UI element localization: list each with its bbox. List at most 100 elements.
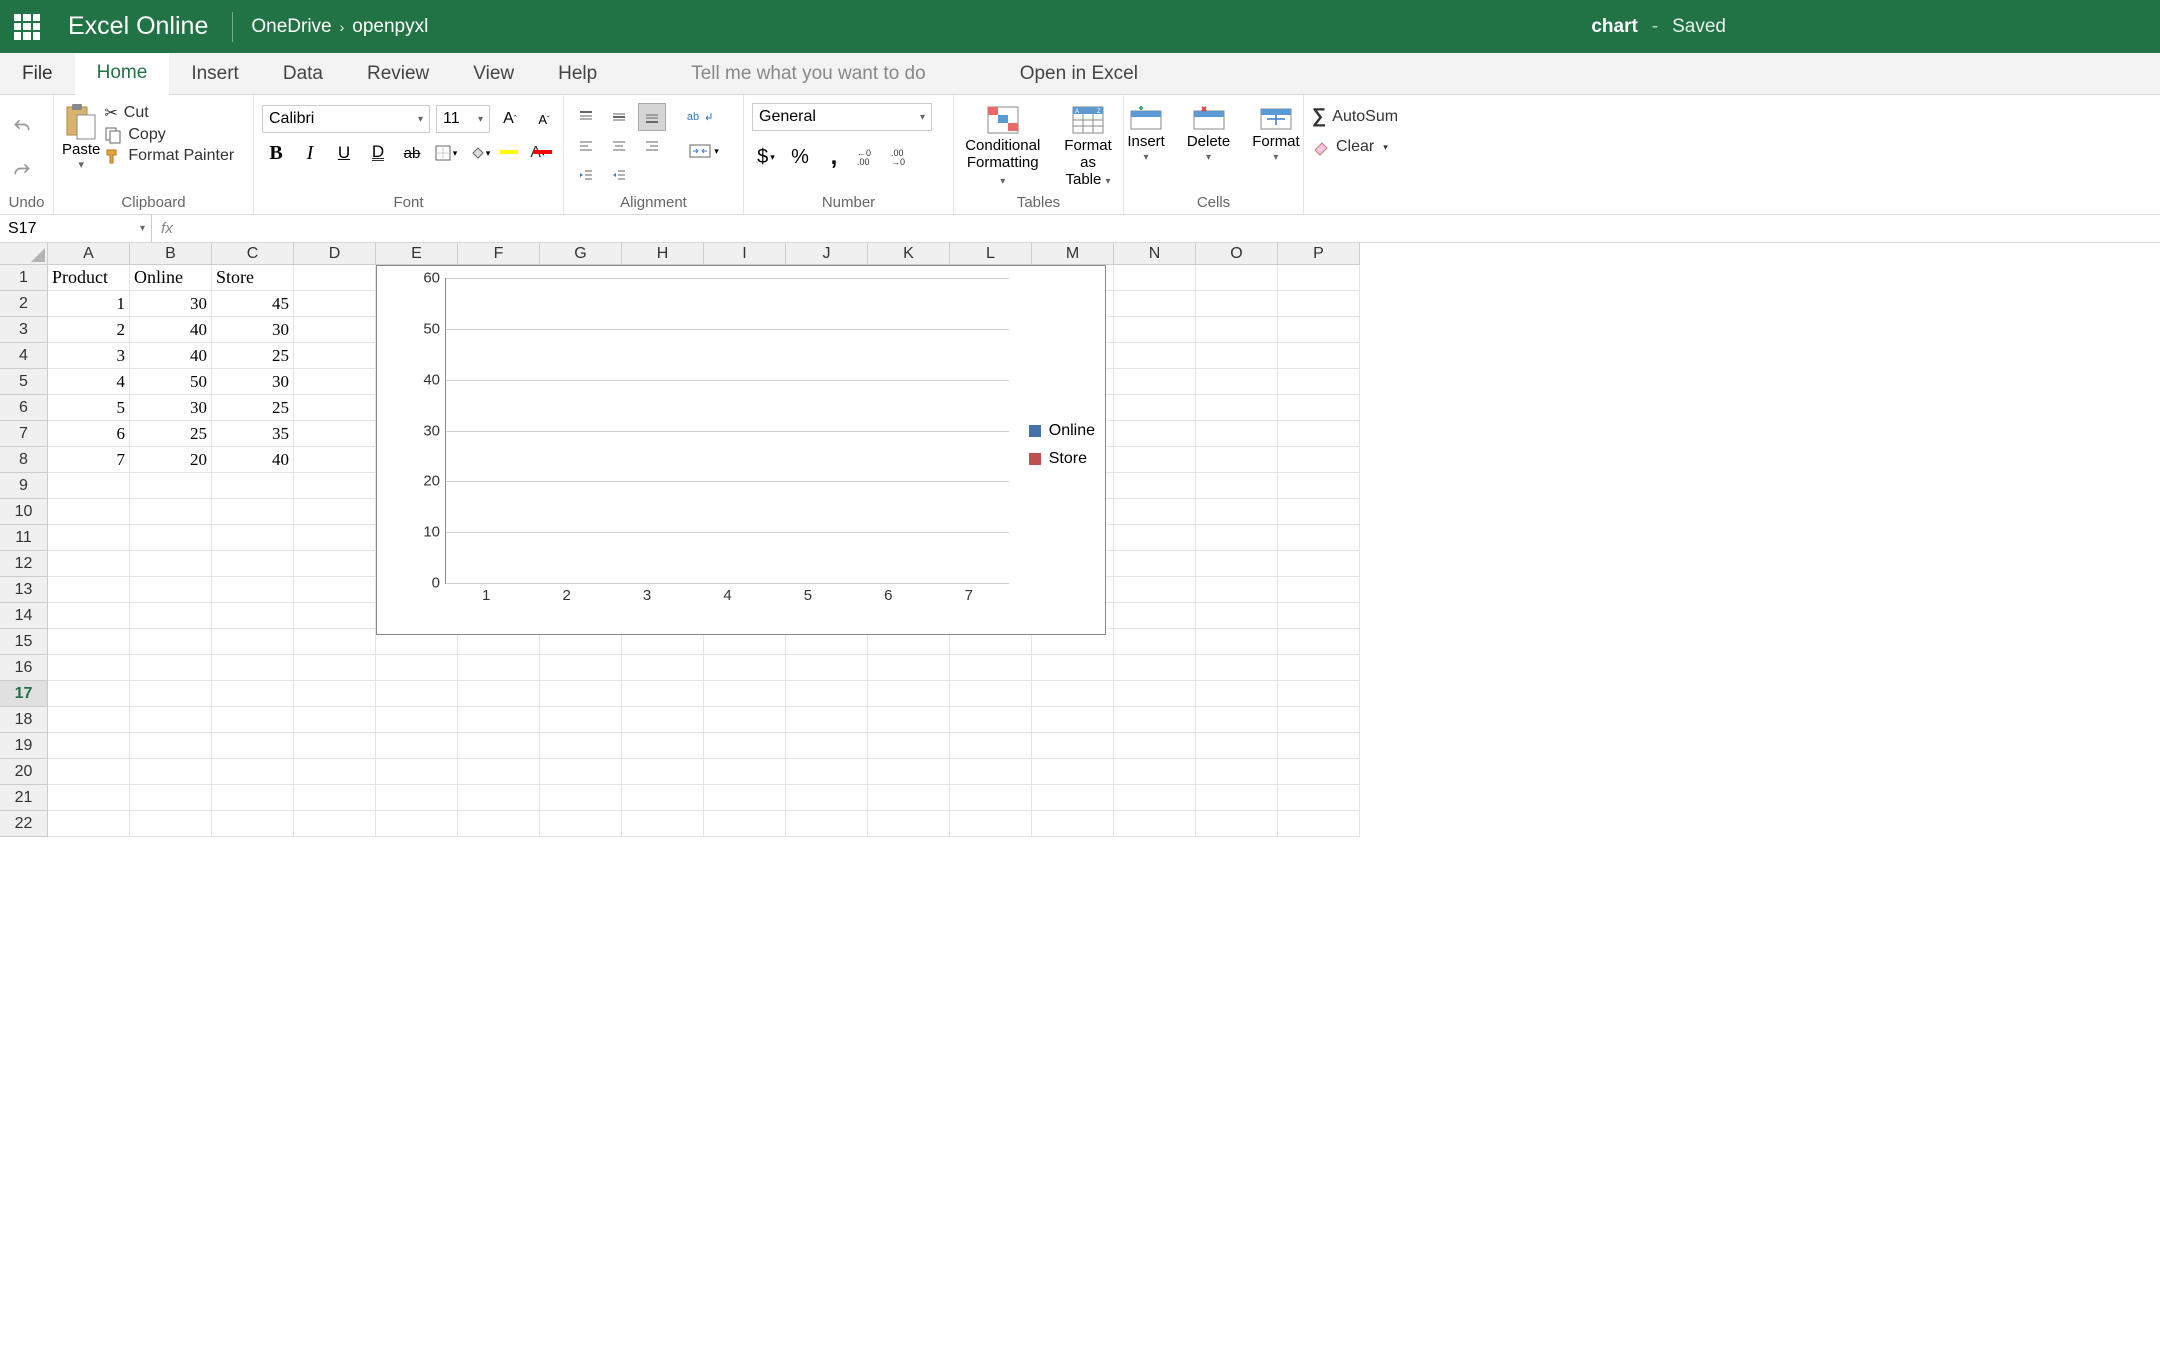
- cell[interactable]: [130, 473, 212, 499]
- row-header[interactable]: 18: [0, 707, 48, 733]
- clear-button[interactable]: Clear▾: [1312, 138, 1388, 156]
- row-header[interactable]: 9: [0, 473, 48, 499]
- cell[interactable]: [1114, 525, 1196, 551]
- cell[interactable]: [1278, 525, 1360, 551]
- cell[interactable]: [1114, 395, 1196, 421]
- cell[interactable]: [950, 681, 1032, 707]
- cell[interactable]: [376, 759, 458, 785]
- open-in-excel[interactable]: Open in Excel: [998, 53, 1160, 94]
- row-header[interactable]: 15: [0, 629, 48, 655]
- cell[interactable]: [786, 811, 868, 837]
- cell[interactable]: [130, 759, 212, 785]
- row-header[interactable]: 10: [0, 499, 48, 525]
- cut-button[interactable]: ✂Cut: [104, 103, 234, 123]
- cell[interactable]: [622, 785, 704, 811]
- currency-button[interactable]: $▾: [752, 143, 780, 171]
- column-header[interactable]: B: [130, 243, 212, 265]
- cell[interactable]: [1278, 369, 1360, 395]
- cell[interactable]: [1114, 681, 1196, 707]
- underline-button[interactable]: U: [330, 139, 358, 167]
- cell[interactable]: [868, 707, 950, 733]
- cell[interactable]: [1114, 317, 1196, 343]
- cell[interactable]: [704, 811, 786, 837]
- cell[interactable]: [130, 707, 212, 733]
- cell[interactable]: [294, 759, 376, 785]
- conditional-formatting-button[interactable]: ConditionalFormatting ▾: [959, 103, 1046, 192]
- cell[interactable]: [1196, 655, 1278, 681]
- cell[interactable]: [950, 733, 1032, 759]
- tab-insert[interactable]: Insert: [169, 53, 261, 94]
- cell[interactable]: [212, 655, 294, 681]
- cell[interactable]: [704, 759, 786, 785]
- cell[interactable]: [1278, 317, 1360, 343]
- cell[interactable]: [212, 473, 294, 499]
- align-center-button[interactable]: [605, 132, 633, 160]
- row-header[interactable]: 19: [0, 733, 48, 759]
- column-header[interactable]: L: [950, 243, 1032, 265]
- cell[interactable]: [294, 655, 376, 681]
- breadcrumb-folder[interactable]: openpyxl: [352, 16, 428, 38]
- borders-button[interactable]: ▾: [432, 139, 460, 167]
- cell[interactable]: [1032, 655, 1114, 681]
- cell[interactable]: 25: [130, 421, 212, 447]
- number-format-dropdown[interactable]: General▾: [752, 103, 932, 131]
- cell[interactable]: [1278, 395, 1360, 421]
- cell[interactable]: [376, 785, 458, 811]
- cell[interactable]: [294, 421, 376, 447]
- cell[interactable]: [130, 551, 212, 577]
- cell[interactable]: [1278, 291, 1360, 317]
- cell[interactable]: [622, 811, 704, 837]
- cell[interactable]: [1278, 499, 1360, 525]
- row-header[interactable]: 1: [0, 265, 48, 291]
- cell[interactable]: [1114, 447, 1196, 473]
- cell[interactable]: [1278, 655, 1360, 681]
- cell[interactable]: [212, 499, 294, 525]
- bold-button[interactable]: B: [262, 139, 290, 167]
- column-header[interactable]: G: [540, 243, 622, 265]
- cell[interactable]: [622, 707, 704, 733]
- legend-item[interactable]: Store: [1029, 450, 1095, 468]
- cell[interactable]: 7: [48, 447, 130, 473]
- cell[interactable]: [458, 733, 540, 759]
- cell[interactable]: [48, 603, 130, 629]
- cell[interactable]: [1114, 577, 1196, 603]
- increase-decimal-button[interactable]: ←0.00: [854, 143, 882, 171]
- cell[interactable]: [212, 681, 294, 707]
- cell[interactable]: [622, 733, 704, 759]
- legend-item[interactable]: Online: [1029, 422, 1095, 440]
- cell[interactable]: [130, 811, 212, 837]
- align-top-button[interactable]: [572, 103, 600, 131]
- cell[interactable]: [1032, 811, 1114, 837]
- cell[interactable]: [1278, 343, 1360, 369]
- cell[interactable]: [294, 473, 376, 499]
- cell[interactable]: [212, 759, 294, 785]
- font-name-dropdown[interactable]: Calibri▾: [262, 105, 430, 133]
- column-header[interactable]: P: [1278, 243, 1360, 265]
- format-painter-button[interactable]: Format Painter: [104, 147, 234, 165]
- delete-cells-button[interactable]: Delete▾: [1181, 103, 1236, 165]
- cell[interactable]: [376, 733, 458, 759]
- align-middle-button[interactable]: [605, 103, 633, 131]
- cell[interactable]: [212, 785, 294, 811]
- cell[interactable]: [376, 707, 458, 733]
- cell[interactable]: [1196, 265, 1278, 291]
- cell[interactable]: 30: [212, 369, 294, 395]
- align-left-button[interactable]: [572, 132, 600, 160]
- cell[interactable]: 50: [130, 369, 212, 395]
- cell[interactable]: 5: [48, 395, 130, 421]
- cell[interactable]: [48, 473, 130, 499]
- tell-me-search[interactable]: Tell me what you want to do: [669, 53, 947, 94]
- row-header[interactable]: 21: [0, 785, 48, 811]
- cell[interactable]: [212, 811, 294, 837]
- cell[interactable]: [950, 707, 1032, 733]
- cell[interactable]: 1: [48, 291, 130, 317]
- cell[interactable]: [1114, 733, 1196, 759]
- column-header[interactable]: N: [1114, 243, 1196, 265]
- cell[interactable]: [622, 681, 704, 707]
- cell[interactable]: [48, 785, 130, 811]
- cell[interactable]: 40: [130, 317, 212, 343]
- italic-button[interactable]: I: [296, 139, 324, 167]
- cell[interactable]: [1114, 811, 1196, 837]
- cell[interactable]: [1196, 369, 1278, 395]
- cell[interactable]: [868, 785, 950, 811]
